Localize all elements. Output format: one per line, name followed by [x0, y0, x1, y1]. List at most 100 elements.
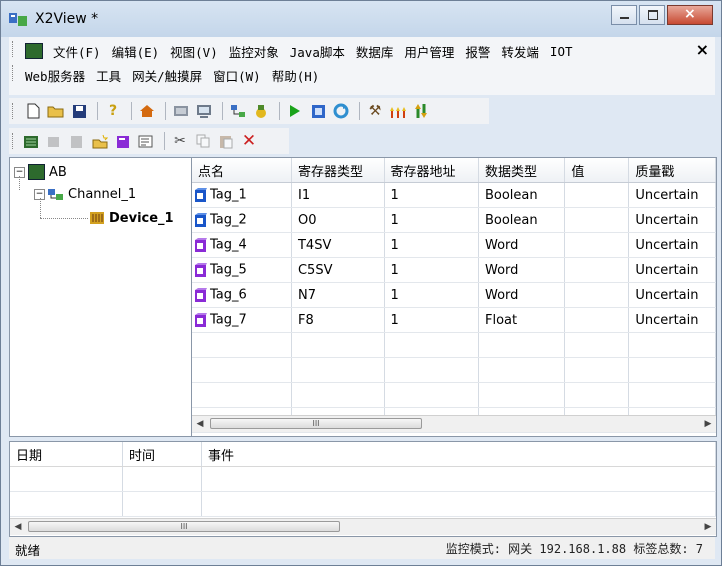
tag-name-cell[interactable]: Tag_2 [192, 207, 292, 233]
register-type-cell[interactable]: T4SV [291, 232, 385, 258]
table-row[interactable]: Tag_2 O0 1 Boolean Uncertain [192, 207, 716, 233]
register-type-cell[interactable]: O0 [291, 207, 385, 233]
menu-database[interactable]: 数据库 [356, 42, 394, 61]
grid-scroll-thumb[interactable]: III [210, 418, 422, 429]
tag-name-cell[interactable]: Tag_6 [192, 282, 292, 308]
data-type-cell[interactable]: Boolean [478, 182, 566, 208]
scroll-right-icon[interactable]: ▶ [700, 519, 716, 535]
table-row[interactable]: Tag_5 C5SV 1 Word Uncertain [192, 257, 716, 283]
save-icon[interactable] [69, 102, 89, 120]
data-type-cell[interactable]: Float [478, 307, 566, 333]
tag-name-cell[interactable]: Tag_7 [192, 307, 292, 333]
menu-iot[interactable]: IOT [550, 44, 573, 59]
tag-value-cell[interactable] [564, 207, 630, 233]
register-address-cell[interactable]: 1 [384, 282, 479, 308]
quality-stamp-cell[interactable]: Uncertain [628, 207, 716, 233]
new-tag-icon[interactable] [90, 132, 110, 150]
menu-forwarding[interactable]: 转发端 [501, 42, 539, 61]
col-header-quality[interactable]: 质量戳 [628, 158, 716, 183]
run-icon[interactable] [285, 102, 305, 120]
register-type-cell[interactable]: I1 [291, 182, 385, 208]
tree-node-device[interactable]: Device_1 [90, 208, 174, 228]
menu-tools[interactable]: 工具 [96, 66, 121, 85]
open-icon[interactable] [46, 102, 66, 120]
grid-horizontal-scrollbar[interactable]: ◀ III ▶ [192, 415, 716, 432]
register-address-cell[interactable]: 1 [384, 307, 479, 333]
log-col-time[interactable]: 时间 [122, 442, 202, 467]
tree-node-root[interactable]: − AB [14, 162, 67, 182]
tools-icon[interactable]: ⚒ [365, 102, 385, 120]
table-row[interactable]: Tag_4 T4SV 1 Word Uncertain [192, 232, 716, 258]
quality-stamp-cell[interactable]: Uncertain [628, 282, 716, 308]
menu-window[interactable]: 窗口(W) [213, 66, 261, 85]
paste-icon[interactable] [216, 132, 236, 150]
load-icon[interactable] [388, 102, 408, 120]
add-tag-icon[interactable] [67, 132, 87, 150]
quality-stamp-cell[interactable]: Uncertain [628, 307, 716, 333]
quality-stamp-cell[interactable]: Uncertain [628, 232, 716, 258]
transfer-icon[interactable] [411, 102, 431, 120]
tag-value-cell[interactable] [564, 307, 630, 333]
col-header-register-type[interactable]: 寄存器类型 [291, 158, 385, 183]
help-icon[interactable]: ? [103, 102, 123, 120]
mdi-close-button[interactable]: × [696, 40, 709, 59]
register-type-cell[interactable]: F8 [291, 307, 385, 333]
delete-icon[interactable]: ✕ [239, 131, 259, 151]
close-button[interactable]: × [667, 5, 713, 25]
tag-value-cell[interactable] [564, 282, 630, 308]
menu-file[interactable]: 文件(F) [53, 42, 101, 61]
minimize-button[interactable] [611, 5, 637, 25]
menu-web-server[interactable]: Web服务器 [25, 66, 85, 85]
log-col-event[interactable]: 事件 [201, 442, 716, 467]
data-type-cell[interactable]: Word [478, 282, 566, 308]
scroll-left-icon[interactable]: ◀ [192, 416, 208, 432]
menu-gateway[interactable]: 网关/触摸屏 [132, 66, 202, 85]
col-header-name[interactable]: 点名 [192, 158, 292, 183]
tag-value-cell[interactable] [564, 232, 630, 258]
scroll-right-icon[interactable]: ▶ [700, 416, 716, 432]
register-address-cell[interactable]: 1 [384, 257, 479, 283]
menu-monitor-object[interactable]: 监控对象 [229, 42, 279, 61]
table-row[interactable]: Tag_6 N7 1 Word Uncertain [192, 282, 716, 308]
home-icon[interactable] [137, 102, 157, 120]
menu-user-management[interactable]: 用户管理 [404, 42, 454, 61]
register-address-cell[interactable]: 1 [384, 232, 479, 258]
menu-alarm[interactable]: 报警 [465, 42, 490, 61]
log-col-date[interactable]: 日期 [10, 442, 123, 467]
table-row[interactable]: Tag_7 F8 1 Float Uncertain [192, 307, 716, 333]
menu-help[interactable]: 帮助(H) [272, 66, 320, 85]
refresh-icon[interactable] [331, 102, 351, 120]
register-type-cell[interactable]: C5SV [291, 257, 385, 283]
tag-value-cell[interactable] [564, 182, 630, 208]
copy-icon[interactable] [193, 132, 213, 150]
register-address-cell[interactable]: 1 [384, 182, 479, 208]
menu-view[interactable]: 视图(V) [170, 42, 218, 61]
network-icon[interactable] [228, 102, 248, 120]
tag-value-cell[interactable] [564, 257, 630, 283]
new-icon[interactable] [23, 102, 43, 120]
table-row[interactable]: Tag_1 I1 1 Boolean Uncertain [192, 182, 716, 208]
monitor-icon[interactable] [194, 102, 214, 120]
tag-name-cell[interactable]: Tag_5 [192, 257, 292, 283]
plugin-icon[interactable] [251, 102, 271, 120]
properties-icon[interactable] [136, 132, 156, 150]
log-scroll-thumb[interactable]: III [28, 521, 340, 532]
col-header-value[interactable]: 值 [564, 158, 630, 183]
menu-edit[interactable]: 编辑(E) [112, 42, 160, 61]
register-address-cell[interactable]: 1 [384, 207, 479, 233]
tag-name-cell[interactable]: Tag_4 [192, 232, 292, 258]
import-icon[interactable] [113, 132, 133, 150]
stop-icon[interactable] [308, 102, 328, 120]
cut-icon[interactable]: ✂ [170, 132, 190, 150]
log-horizontal-scrollbar[interactable]: ◀ III ▶ [10, 518, 716, 535]
data-type-cell[interactable]: Word [478, 232, 566, 258]
device-icon[interactable] [171, 102, 191, 120]
quality-stamp-cell[interactable]: Uncertain [628, 182, 716, 208]
col-header-data-type[interactable]: 数据类型 [478, 158, 566, 183]
data-type-cell[interactable]: Word [478, 257, 566, 283]
add-channel-icon[interactable] [21, 132, 41, 150]
register-type-cell[interactable]: N7 [291, 282, 385, 308]
tag-name-cell[interactable]: Tag_1 [192, 182, 292, 208]
maximize-button[interactable] [639, 5, 665, 25]
tree-node-channel[interactable]: − Channel_1 [34, 184, 136, 204]
